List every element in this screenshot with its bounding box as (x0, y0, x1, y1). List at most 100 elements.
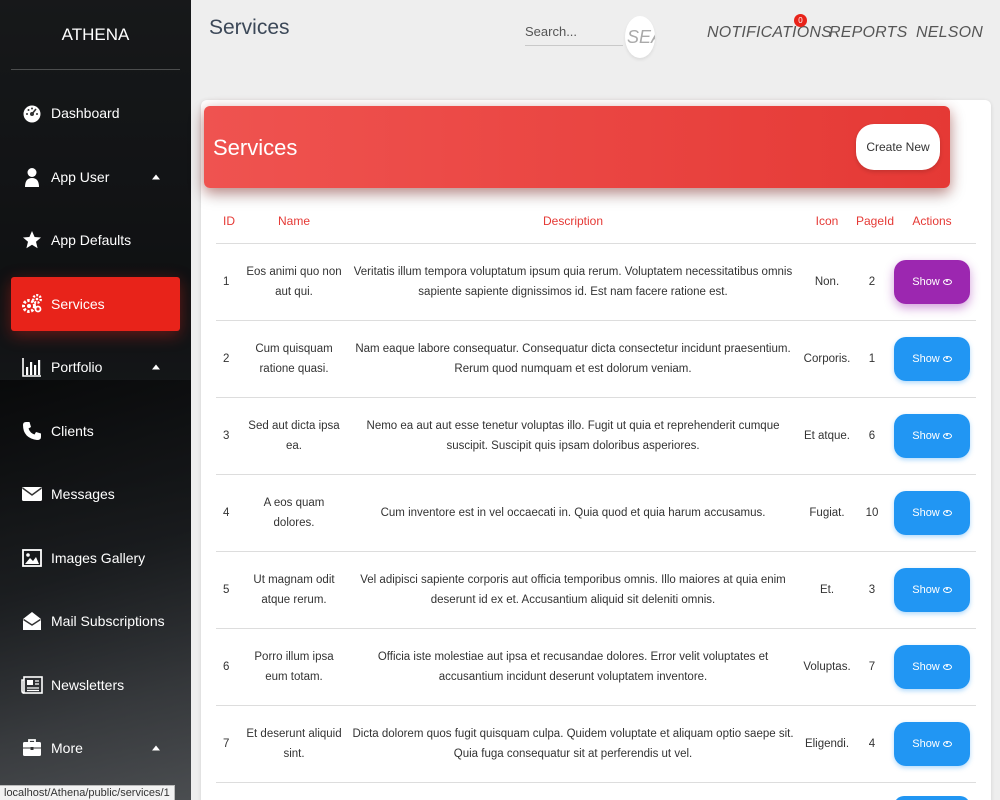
sidebar-item-label: Images Gallery (51, 549, 146, 566)
table-row: 4 A eos quam dolores. Cum inventore est … (216, 474, 976, 552)
sidebar-item-label: Messages (51, 486, 115, 502)
cell-pageid: 4 (856, 705, 888, 783)
reports-link[interactable]: REPORTS (829, 24, 907, 42)
cell-id: 2 (216, 320, 240, 398)
sidebar-item-label: More (51, 740, 83, 756)
cell-id: 6 (216, 628, 240, 706)
sidebar-item-portfolio[interactable]: Portfolio (11, 340, 180, 394)
envelope-icon (21, 483, 43, 505)
cell-pageid: 2 (856, 243, 888, 321)
cell-pageid: 1 (856, 320, 888, 398)
show-label: Show (912, 275, 940, 288)
caret-up-icon (152, 174, 160, 179)
table-header-row: ID Name Description Icon PageId Actions (216, 200, 976, 244)
column-header-description[interactable]: Description (348, 200, 798, 244)
dashboard-icon (21, 102, 43, 124)
cell-name: Eos animi quo non aut qui. (240, 243, 348, 321)
cell-icon: Voluptas. (798, 628, 856, 706)
cell-icon: Corporis. (798, 320, 856, 398)
status-bar-url: localhost/Athena/public/services/1 (0, 785, 175, 800)
table-row: 5 Ut magnam odit atque rerum. Vel adipis… (216, 551, 976, 629)
sidebar-item-app-defaults[interactable]: App Defaults (11, 213, 180, 267)
column-header-id[interactable]: ID (216, 200, 240, 244)
sidebar-item-label: App User (51, 168, 110, 185)
sidebar-item-label: Portfolio (51, 359, 103, 375)
search-button[interactable]: SEA (625, 16, 655, 58)
cell-actions: Show (888, 551, 976, 629)
sidebar-item-dashboard[interactable]: Dashboard (11, 86, 180, 140)
show-button[interactable]: Show (894, 644, 970, 689)
sidebar-item-more[interactable]: More (11, 721, 180, 775)
cell-name: A eos quam dolores. (240, 474, 348, 552)
show-label: Show (912, 352, 940, 365)
cell-pageid: 6 (856, 397, 888, 475)
page-title: Services (209, 16, 290, 39)
cell-actions: Show (888, 474, 976, 552)
sidebar-item-images-gallery[interactable]: Images Gallery (11, 531, 180, 585)
cell-description: Cum inventore est in vel occaecati in. Q… (348, 474, 798, 552)
notifications-link[interactable]: NOTIFICATIONS (707, 24, 832, 42)
sidebar-item-services[interactable]: Services (11, 276, 180, 331)
show-label: Show (912, 583, 940, 596)
next-row-show-button-partial[interactable] (894, 796, 970, 800)
sidebar-item-newsletters[interactable]: Newsletters (11, 658, 180, 712)
sidebar-item-label: App Defaults (51, 232, 132, 248)
sidebar: ATHENA Dashboard App User App Defaults S… (0, 0, 191, 800)
cell-actions: Show (888, 628, 976, 706)
column-header-actions: Actions (888, 200, 976, 244)
cell-description: Dicta dolorem quos fugit quisquam culpa.… (348, 705, 798, 783)
cell-name: Et deserunt aliquid sint. (240, 705, 348, 783)
show-button[interactable]: Show (894, 567, 970, 612)
show-button[interactable]: Show (894, 490, 970, 535)
image-icon (21, 547, 43, 569)
cell-pageid: 10 (856, 474, 888, 552)
cell-description: Nam eaque labore consequatur. Consequatu… (348, 320, 798, 398)
column-header-pageid[interactable]: PageId (856, 200, 894, 244)
cell-description: Vel adipisci sapiente corporis aut offic… (348, 551, 798, 629)
table-row: 7 Et deserunt aliquid sint. Dicta dolore… (216, 705, 976, 783)
open-envelope-icon (21, 610, 43, 632)
cell-pageid: 7 (856, 628, 888, 706)
cell-id: 5 (216, 551, 240, 629)
table-row: 6 Porro illum ipsa eum totam. Officia is… (216, 628, 976, 706)
cell-actions: Show (888, 705, 976, 783)
show-button[interactable]: Show (894, 259, 970, 304)
cell-name: Porro illum ipsa eum totam. (240, 628, 348, 706)
user-menu[interactable]: NELSON (916, 24, 983, 42)
eye-icon (942, 278, 952, 285)
eye-icon (942, 663, 952, 670)
sidebar-item-app-user[interactable]: App User (11, 150, 180, 204)
cell-id: 1 (216, 243, 240, 321)
column-header-name[interactable]: Name (240, 200, 348, 244)
sidebar-item-label: Services (51, 295, 105, 312)
cell-actions: Show (888, 243, 976, 321)
show-label: Show (912, 429, 940, 442)
cell-name: Sed aut dicta ipsa ea. (240, 397, 348, 475)
show-button[interactable]: Show (894, 721, 970, 766)
brand-logo[interactable]: ATHENA (11, 0, 180, 70)
cell-description: Nemo ea aut aut esse tenetur voluptas il… (348, 397, 798, 475)
cell-icon: Eligendi. (798, 705, 856, 783)
show-button[interactable]: Show (894, 413, 970, 458)
sidebar-item-messages[interactable]: Messages (11, 467, 180, 521)
cell-id: 3 (216, 397, 240, 475)
cell-icon: Et. (798, 551, 856, 629)
search-input[interactable]: Search... (525, 24, 623, 46)
caret-up-icon (152, 364, 160, 370)
topbar: Services Search... SEA NOTIFICATIONS 0 R… (191, 0, 1000, 70)
eye-icon (942, 586, 952, 593)
create-new-button[interactable]: Create New (856, 124, 940, 170)
card-title: Services (213, 135, 298, 160)
sidebar-item-mail-subscriptions[interactable]: Mail Subscriptions (11, 594, 180, 648)
sidebar-item-label: Newsletters (51, 676, 125, 693)
table-row: 3 Sed aut dicta ipsa ea. Nemo ea aut aut… (216, 397, 976, 475)
show-button[interactable]: Show (894, 336, 970, 381)
table-row: 1 Eos animi quo non aut qui. Veritatis i… (216, 243, 976, 321)
column-header-icon[interactable]: Icon (798, 200, 856, 244)
cell-id: 4 (216, 474, 240, 552)
cell-icon: Non. (798, 243, 856, 321)
cell-actions: Show (888, 320, 976, 398)
sidebar-item-clients[interactable]: Clients (11, 404, 180, 458)
cell-name: Ut magnam odit atque rerum. (240, 551, 348, 629)
user-icon (21, 166, 43, 188)
